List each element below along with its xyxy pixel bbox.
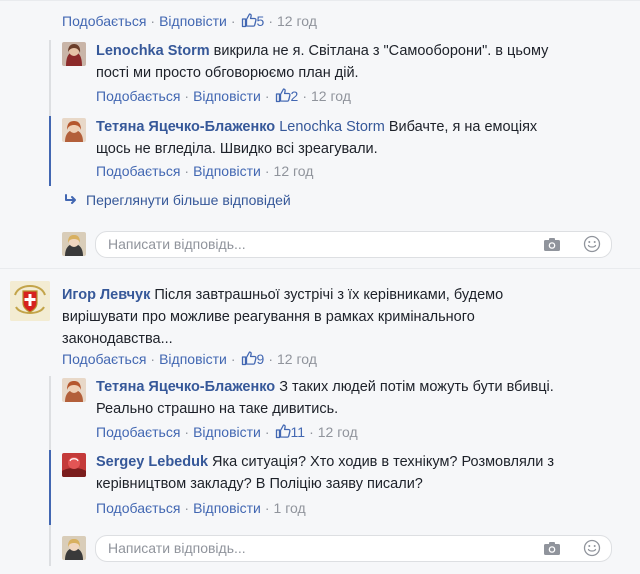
like-count[interactable]: 11 [291, 424, 306, 440]
reply-actions: Подобається · Відповісти · 12 год [96, 163, 314, 179]
timestamp[interactable]: 12 год [318, 424, 358, 440]
author-name[interactable]: Игор Левчук [62, 287, 150, 303]
camera-icon[interactable] [543, 541, 561, 556]
thumbs-up-icon[interactable] [275, 87, 291, 103]
author-name[interactable]: Тетяна Яцечко-Блаженко [96, 379, 275, 395]
reply-actions: Подобається · Відповісти · 1 год [96, 500, 306, 516]
comment-actions: Подобається · Відповісти · 9 · 12 год [62, 350, 317, 367]
reply-link[interactable]: Відповісти [159, 13, 227, 29]
avatar[interactable] [62, 536, 86, 560]
reply-arrow-icon [65, 194, 76, 204]
reply-link[interactable]: Відповісти [193, 88, 261, 104]
mention-link[interactable]: Lenochka Storm [279, 119, 385, 135]
timestamp[interactable]: 12 год [274, 163, 314, 179]
like-link[interactable]: Подобається [96, 424, 180, 440]
avatar[interactable] [62, 453, 86, 477]
reply-text: Sergey Lebeduk Яка ситуація? Хто ходив в… [96, 454, 555, 492]
author-name[interactable]: Тетяна Яцечко-Блаженко [96, 119, 275, 135]
reply-actions: Подобається · Відповісти · 2 · 12 год [96, 87, 351, 104]
camera-icon[interactable] [543, 237, 561, 252]
author-name[interactable]: Sergey Lebeduk [96, 454, 208, 470]
thread-highlight [49, 450, 51, 525]
thumbs-up-icon[interactable] [275, 423, 291, 439]
reply-text: Тетяна Яцечко-Блаженко Lenochka Storm Ви… [96, 119, 538, 157]
comment-actions: Подобається · Відповісти · 5 · 12 год [62, 12, 317, 29]
emoji-icon[interactable] [583, 235, 601, 253]
reply-box [95, 535, 612, 562]
like-count[interactable]: 9 [257, 351, 265, 367]
more-replies-link[interactable]: Переглянути більше відповідей [64, 192, 291, 208]
reply-link[interactable]: Відповісти [193, 500, 261, 516]
avatar[interactable] [62, 378, 86, 402]
reply-text: Lenochka Storm викрила не я. Світлана з … [96, 43, 549, 81]
thumbs-up-icon[interactable] [241, 12, 257, 28]
avatar[interactable] [62, 118, 86, 142]
reply-box [95, 231, 612, 258]
comment-text: Игор Левчук Після завтрашньої зустрічі з… [62, 287, 504, 347]
reply-text: Тетяна Яцечко-Блаженко З таких людей пот… [96, 379, 554, 417]
avatar[interactable] [62, 232, 86, 256]
reply-link[interactable]: Відповісти [193, 424, 261, 440]
like-link[interactable]: Подобається [96, 88, 180, 104]
timestamp[interactable]: 12 год [277, 351, 317, 367]
like-link[interactable]: Подобається [62, 13, 146, 29]
avatar[interactable] [62, 42, 86, 66]
emoji-icon[interactable] [583, 539, 601, 557]
author-name[interactable]: Lenochka Storm [96, 43, 210, 59]
like-count[interactable]: 5 [257, 13, 265, 29]
reply-link[interactable]: Відповісти [159, 351, 227, 367]
reply-input[interactable] [106, 235, 510, 253]
like-link[interactable]: Подобається [96, 500, 180, 516]
timestamp[interactable]: 1 год [274, 500, 306, 516]
timestamp[interactable]: 12 год [277, 13, 317, 29]
thumbs-up-icon[interactable] [241, 350, 257, 366]
like-link[interactable]: Подобається [96, 163, 180, 179]
like-link[interactable]: Подобається [62, 351, 146, 367]
divider [0, 268, 640, 269]
thread-highlight [49, 116, 51, 186]
reply-link[interactable]: Відповісти [193, 163, 261, 179]
avatar[interactable] [10, 281, 50, 321]
divider [0, 0, 640, 1]
reply-input[interactable] [106, 539, 510, 557]
timestamp[interactable]: 12 год [311, 88, 351, 104]
like-count[interactable]: 2 [291, 88, 299, 104]
reply-actions: Подобається · Відповісти · 11 · 12 год [96, 423, 358, 440]
